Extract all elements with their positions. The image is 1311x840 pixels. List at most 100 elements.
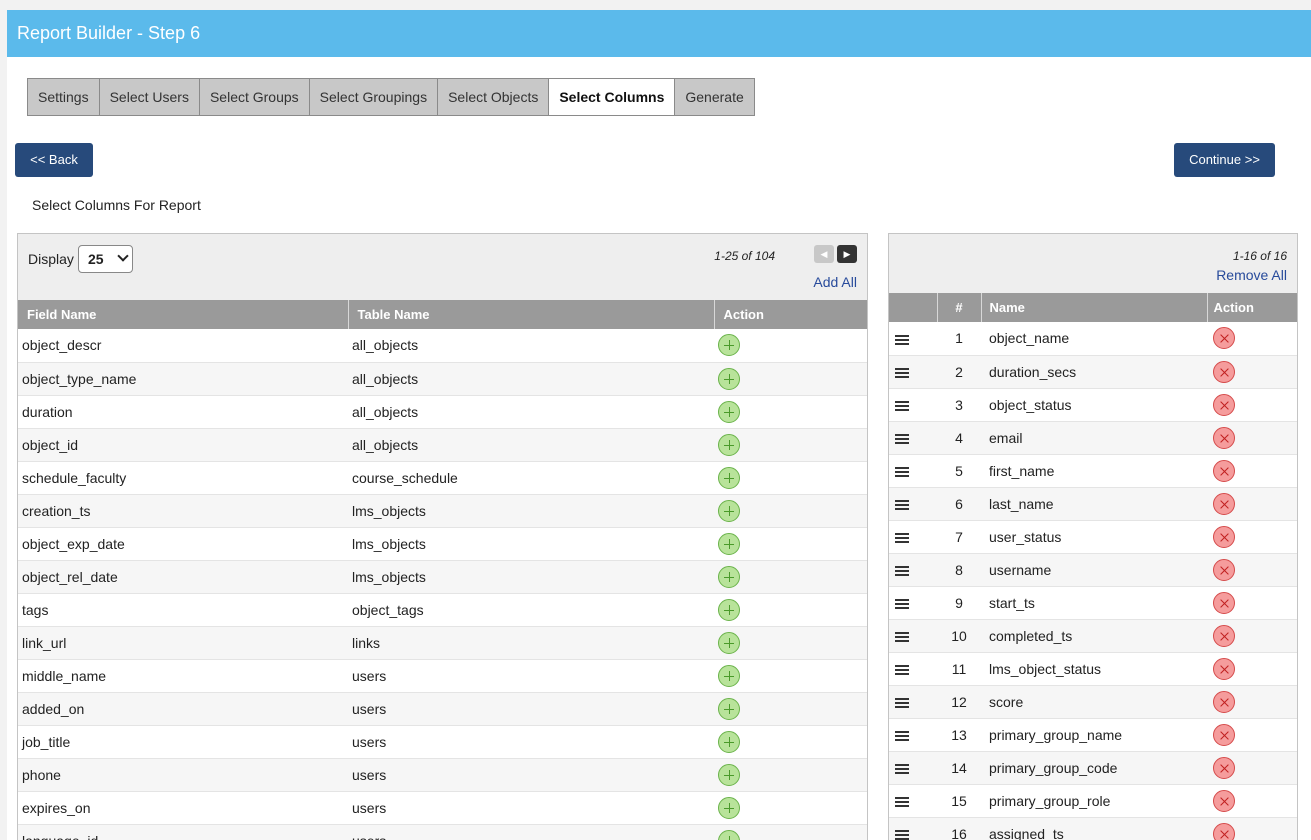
header-table-name[interactable]: Table Name [348, 300, 715, 329]
action-cell [1207, 586, 1297, 620]
available-toolbar: Display 25 1-25 of 104 ◀ ▶ Add All [18, 234, 867, 300]
table-name-cell: object_tags [348, 593, 714, 627]
remove-icon[interactable] [1213, 558, 1235, 581]
table-row: duration all_objects [18, 395, 867, 429]
remove-icon[interactable] [1213, 393, 1235, 416]
position-cell: 14 [937, 751, 981, 785]
remove-icon[interactable] [1213, 525, 1235, 548]
tab-generate[interactable]: Generate [675, 79, 754, 115]
drag-handle-icon[interactable] [895, 565, 909, 576]
table-name-cell: lms_objects [348, 527, 714, 561]
tab-select-objects[interactable]: Select Objects [438, 79, 550, 115]
remove-icon[interactable] [1213, 690, 1235, 713]
table-row: link_url links [18, 626, 867, 660]
remove-icon[interactable] [1213, 492, 1235, 515]
action-cell [1207, 553, 1297, 587]
remove-icon[interactable] [1213, 657, 1235, 680]
remove-icon[interactable] [1213, 624, 1235, 647]
table-row: job_title users [18, 725, 867, 759]
column-name-cell: score [981, 685, 1207, 719]
add-icon[interactable] [718, 400, 740, 423]
add-icon[interactable] [718, 697, 740, 720]
display-count-select[interactable]: 25 [78, 245, 133, 273]
tab-select-groupings[interactable]: Select Groupings [309, 79, 439, 115]
table-name-cell: lms_objects [348, 494, 714, 528]
action-cell [1207, 520, 1297, 554]
step-tabs: Settings Select Users Select Groups Select … [27, 78, 755, 116]
field-name-cell: creation_ts [18, 494, 348, 528]
remove-icon[interactable] [1213, 591, 1235, 614]
drag-handle-icon[interactable] [895, 730, 909, 741]
column-name-cell: completed_ts [981, 619, 1207, 653]
add-icon[interactable] [718, 532, 740, 555]
drag-cell [889, 520, 937, 554]
add-icon[interactable] [718, 565, 740, 588]
drag-handle-icon[interactable] [895, 532, 909, 543]
add-icon[interactable] [718, 367, 740, 390]
add-icon[interactable] [718, 631, 740, 654]
remove-icon[interactable] [1213, 426, 1235, 449]
prev-page-icon[interactable]: ◀ [814, 245, 834, 263]
position-cell: 2 [937, 355, 981, 389]
drag-handle-icon[interactable] [895, 334, 909, 345]
action-cell [1207, 454, 1297, 488]
add-icon[interactable] [718, 598, 740, 621]
add-icon[interactable] [718, 664, 740, 687]
add-icon[interactable] [718, 499, 740, 522]
drag-handle-icon[interactable] [895, 829, 909, 840]
table-name-cell: all_objects [348, 428, 714, 462]
drag-cell [889, 388, 937, 422]
header-field-name[interactable]: Field Name [18, 300, 349, 329]
remove-all-link[interactable]: Remove All [1216, 267, 1287, 283]
drag-handle-icon[interactable] [895, 433, 909, 444]
tab-select-users[interactable]: Select Users [99, 79, 200, 115]
add-icon[interactable] [718, 730, 740, 753]
drag-handle-icon[interactable] [895, 499, 909, 510]
table-row: 5 first_name [889, 454, 1297, 488]
add-icon[interactable] [718, 763, 740, 786]
drag-handle-icon[interactable] [895, 631, 909, 642]
position-cell: 15 [937, 784, 981, 818]
table-row: added_on users [18, 692, 867, 726]
remove-icon[interactable] [1213, 360, 1235, 383]
remove-icon[interactable] [1213, 459, 1235, 482]
remove-icon[interactable] [1213, 822, 1235, 840]
add-all-link[interactable]: Add All [813, 274, 857, 290]
drag-handle-icon[interactable] [895, 466, 909, 477]
drag-handle-icon[interactable] [895, 763, 909, 774]
remove-icon[interactable] [1213, 327, 1235, 350]
field-name-cell: object_id [18, 428, 348, 462]
drag-handle-icon[interactable] [895, 598, 909, 609]
continue-button[interactable]: Continue >> [1174, 143, 1275, 177]
drag-handle-icon[interactable] [895, 697, 909, 708]
field-name-cell: duration [18, 395, 348, 429]
tab-select-columns[interactable]: Select Columns [549, 79, 676, 115]
action-cell [1207, 421, 1297, 455]
add-icon[interactable] [718, 829, 740, 840]
drag-cell [889, 487, 937, 521]
next-page-icon[interactable]: ▶ [837, 245, 857, 263]
available-columns-panel: Display 25 1-25 of 104 ◀ ▶ Add All Field… [17, 233, 868, 840]
table-name-cell: users [348, 725, 714, 759]
report-builder-window: Report Builder - Step 6 Settings Select U… [7, 10, 1311, 840]
drag-handle-icon[interactable] [895, 664, 909, 675]
add-icon[interactable] [718, 433, 740, 456]
field-name-cell: object_descr [18, 329, 348, 363]
tab-settings[interactable]: Settings [28, 79, 100, 115]
back-button[interactable]: << Back [15, 143, 93, 177]
action-cell [714, 428, 867, 462]
drag-handle-icon[interactable] [895, 796, 909, 807]
add-icon[interactable] [718, 466, 740, 489]
add-icon[interactable] [718, 334, 740, 357]
remove-icon[interactable] [1213, 789, 1235, 812]
remove-icon[interactable] [1213, 756, 1235, 779]
drag-handle-icon[interactable] [895, 400, 909, 411]
drag-handle-icon[interactable] [895, 367, 909, 378]
remove-icon[interactable] [1213, 723, 1235, 746]
tab-select-groups[interactable]: Select Groups [199, 79, 310, 115]
table-row: 1 object_name [889, 322, 1297, 356]
field-name-cell: link_url [18, 626, 348, 660]
table-row: 10 completed_ts [889, 619, 1297, 653]
add-icon[interactable] [718, 796, 740, 819]
action-cell [714, 527, 867, 561]
